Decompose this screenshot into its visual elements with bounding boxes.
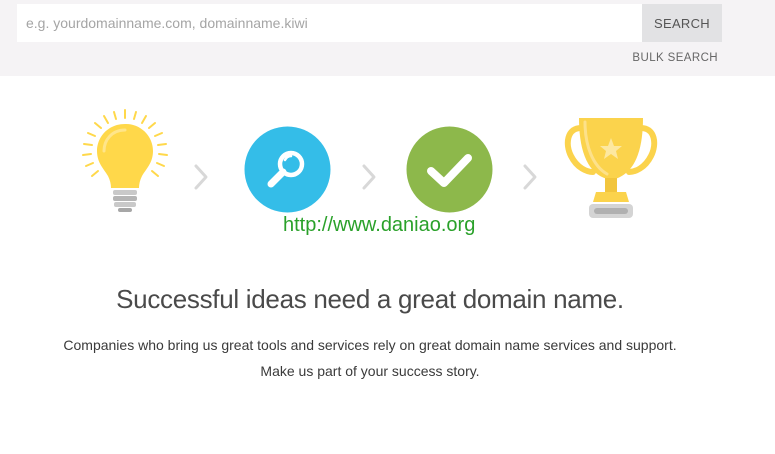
magnifier-icon	[244, 126, 331, 213]
search-bar: SEARCH BULK SEARCH	[0, 0, 775, 76]
chevron-right-icon	[194, 164, 208, 190]
domain-search-input[interactable]	[17, 4, 642, 42]
bulk-search-link[interactable]: BULK SEARCH	[632, 52, 718, 64]
body-text-line2: Make us part of your success story.	[260, 363, 480, 379]
chevron-right-icon	[362, 164, 376, 190]
trophy-icon	[564, 118, 658, 218]
watermark-url: http://www.daniao.org	[283, 214, 476, 236]
body-text-line1: Companies who bring us great tools and s…	[63, 337, 677, 353]
chevron-right-icon	[523, 164, 537, 190]
lightbulb-icon	[82, 109, 168, 212]
checkmark-icon	[406, 126, 493, 213]
search-button[interactable]: SEARCH	[642, 4, 722, 42]
page-headline: Successful ideas need a great domain nam…	[116, 284, 624, 314]
